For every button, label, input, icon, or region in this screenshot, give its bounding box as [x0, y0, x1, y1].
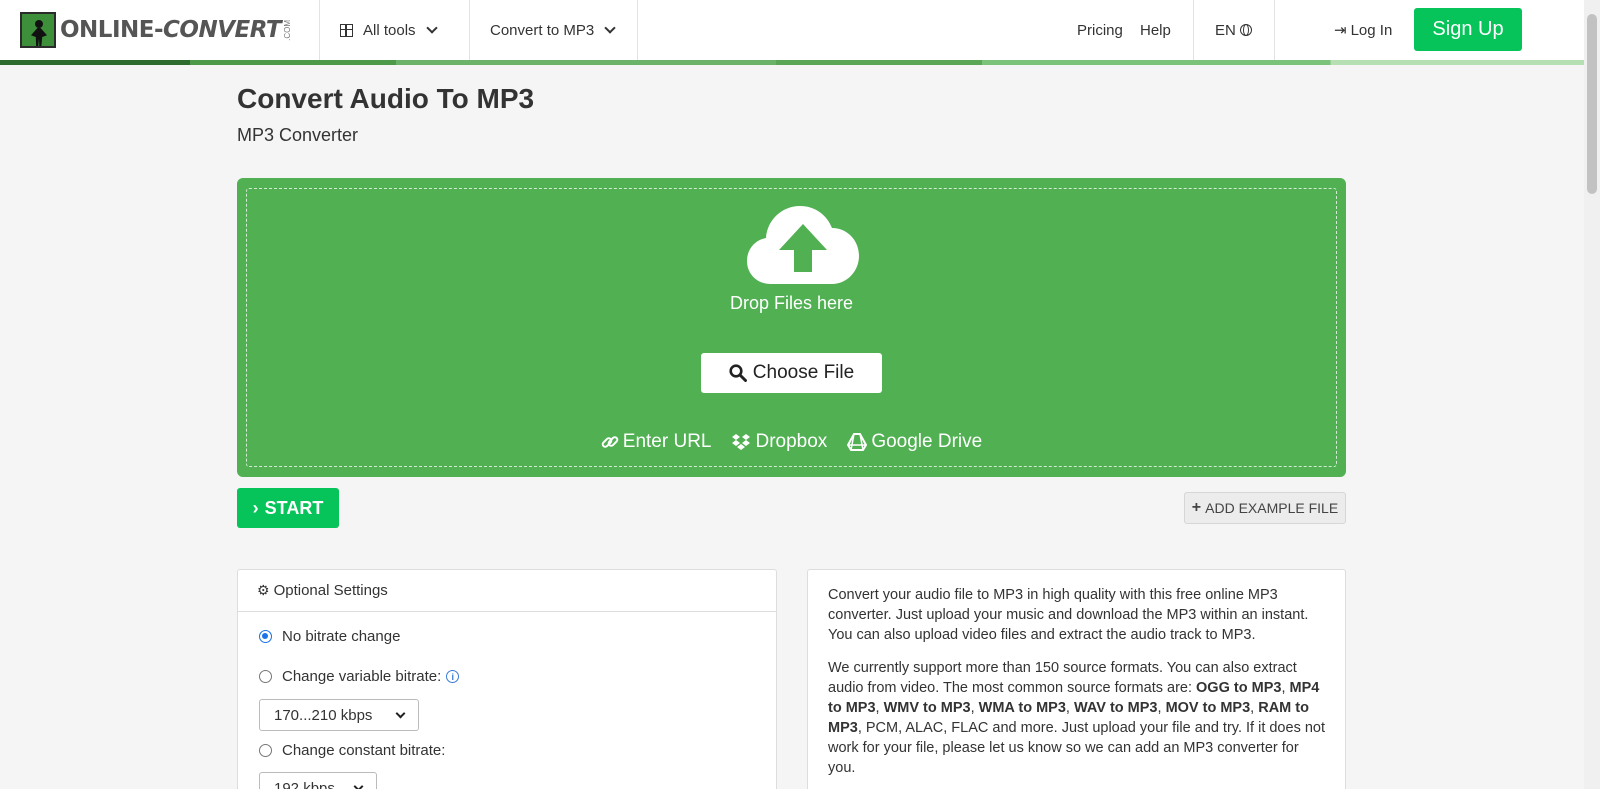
dropbox-link[interactable]: Dropbox: [731, 431, 827, 453]
optional-settings-panel: ⚙ Optional Settings No bitrate change Ch…: [237, 569, 777, 789]
option-label: Change variable bitrate:: [282, 668, 442, 685]
sign-in-icon: ⇥: [1334, 22, 1347, 39]
gear-icon: ⚙: [257, 582, 270, 598]
add-example-label: ADD EXAMPLE FILE: [1205, 500, 1339, 516]
all-tools-menu[interactable]: All tools: [340, 0, 438, 60]
option-no-bitrate-change[interactable]: No bitrate change: [259, 628, 400, 645]
nav-divider: [319, 0, 320, 60]
convert-to-menu[interactable]: Convert to MP3: [490, 0, 616, 60]
enter-url-link[interactable]: Enter URL: [601, 431, 712, 453]
radio-constant-bitrate[interactable]: [259, 744, 272, 757]
nav-divider: [1193, 0, 1194, 60]
google-drive-icon: [847, 433, 868, 451]
start-label: START: [264, 497, 324, 518]
select-value: 192 kbps: [274, 779, 335, 789]
search-icon: [729, 364, 747, 382]
variable-bitrate-select[interactable]: 170...210 kbps: [259, 699, 419, 731]
language-label: EN: [1215, 21, 1236, 39]
option-label: Change constant bitrate:: [282, 742, 446, 759]
login-label: Log In: [1350, 21, 1393, 39]
grid-icon: [340, 23, 353, 37]
chevron-down-icon: [353, 781, 364, 789]
google-drive-link[interactable]: Google Drive: [847, 431, 982, 453]
plus-icon: +: [1191, 499, 1202, 516]
nav-divider: [1274, 0, 1275, 60]
logo-wordmark: ONLINE-CONVERT: [60, 17, 282, 43]
info-icon[interactable]: i: [446, 670, 460, 683]
description-paragraph: Convert your audio file to MP3 in high q…: [828, 587, 1309, 643]
add-example-file-button[interactable]: + ADD EXAMPLE FILE: [1184, 492, 1346, 524]
settings-heading: Optional Settings: [273, 582, 388, 599]
page-title: Convert Audio To MP3: [237, 83, 535, 114]
chevron-down-icon: [395, 708, 406, 719]
drop-files-text: Drop Files here: [729, 293, 854, 313]
pricing-link[interactable]: Pricing: [1077, 0, 1123, 60]
logo-figure-icon: [20, 12, 56, 48]
page-scrollbar[interactable]: [1584, 0, 1600, 789]
logo-com: .COM: [283, 19, 293, 41]
convert-to-label: Convert to MP3: [490, 21, 595, 39]
nav-divider: [469, 0, 470, 60]
option-variable-bitrate[interactable]: Change variable bitrate: i: [259, 668, 460, 685]
settings-header: ⚙ Optional Settings: [238, 570, 776, 612]
globe-icon: [1239, 24, 1252, 36]
login-link[interactable]: ⇥ Log In: [1334, 0, 1392, 60]
constant-bitrate-select[interactable]: 192 kbps: [259, 772, 377, 789]
scrollbar-thumb[interactable]: [1587, 14, 1597, 194]
choose-file-button[interactable]: Choose File: [701, 353, 882, 393]
chevron-down-icon: [604, 22, 616, 34]
start-button[interactable]: › START: [237, 488, 339, 528]
drop-zone-border: Drop Files here Choose File Enter URL Dr…: [246, 188, 1337, 467]
dropbox-label: Dropbox: [755, 431, 828, 452]
option-label: No bitrate change: [282, 628, 401, 645]
page-subtitle: MP3 Converter: [237, 125, 359, 145]
language-selector[interactable]: EN: [1215, 0, 1252, 60]
choose-file-label: Choose File: [752, 362, 855, 383]
select-value: 170...210 kbps: [274, 706, 373, 724]
header-accent-bar: [0, 60, 1584, 65]
signup-button[interactable]: Sign Up: [1414, 8, 1522, 51]
chevron-down-icon: [425, 22, 438, 34]
top-navbar: ONLINE-CONVERT .COM All tools Convert to…: [0, 0, 1584, 60]
google-drive-label: Google Drive: [871, 431, 983, 452]
description-paragraph: We currently support more than 150 sourc…: [828, 660, 1325, 776]
all-tools-label: All tools: [363, 21, 416, 39]
option-constant-bitrate[interactable]: Change constant bitrate:: [259, 742, 445, 759]
converter-description: Convert your audio file to MP3 in high q…: [807, 569, 1346, 789]
chevron-right-icon: ›: [252, 497, 259, 518]
file-drop-zone[interactable]: Drop Files here Choose File Enter URL Dr…: [237, 178, 1346, 477]
site-logo[interactable]: ONLINE-CONVERT .COM: [20, 12, 292, 48]
help-link[interactable]: Help: [1140, 0, 1171, 60]
upload-sources: Enter URL Dropbox Google Drive: [247, 431, 1336, 453]
link-icon: [601, 436, 619, 448]
radio-no-bitrate-change[interactable]: [259, 630, 272, 643]
nav-divider: [637, 0, 638, 60]
cloud-upload-icon: [747, 206, 859, 284]
dropbox-icon: [732, 434, 751, 450]
enter-url-label: Enter URL: [622, 431, 712, 452]
radio-variable-bitrate[interactable]: [259, 670, 272, 683]
